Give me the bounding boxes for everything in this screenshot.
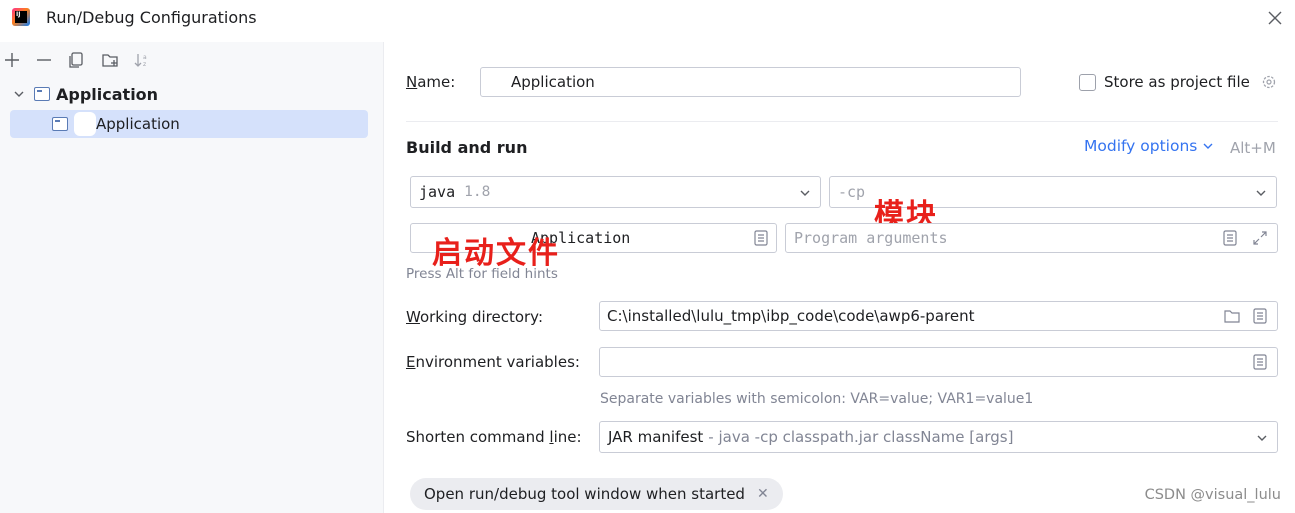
jdk-select[interactable]: java 1.8 [410, 176, 821, 208]
close-icon[interactable] [1263, 6, 1287, 30]
program-arguments-field[interactable]: Program arguments [785, 223, 1278, 253]
shorten-desc: - java -cp classpath.jar className [args… [708, 428, 1014, 446]
gear-icon[interactable] [1260, 73, 1278, 91]
watermark: CSDN @visual_lulu [1144, 487, 1281, 503]
folder-icon[interactable] [1223, 307, 1241, 325]
divider [406, 121, 1278, 122]
name-field[interactable]: Application [480, 67, 1021, 97]
expand-icon[interactable] [1251, 229, 1269, 247]
redacted-text [487, 73, 507, 91]
application-config-icon [52, 117, 68, 131]
chip-label: Open run/debug tool window when started [424, 485, 745, 503]
env-hint: Separate variables with semicolon: VAR=v… [600, 391, 1034, 407]
tree-item-application[interactable]: Application [10, 110, 368, 138]
chevron-down-icon [800, 190, 810, 196]
working-dir-field[interactable]: C:\installed\lulu_tmp\ibp_code\code\awp6… [599, 301, 1278, 331]
field-hint: Press Alt for field hints [406, 266, 558, 282]
env-field[interactable] [599, 347, 1278, 377]
chevron-down-icon [1256, 190, 1266, 196]
env-label: Environment variables: [406, 353, 580, 371]
env-list-icon[interactable] [1251, 353, 1269, 371]
modify-shortcut: Alt+M [1230, 139, 1276, 157]
store-label: Store as project file [1104, 73, 1250, 91]
browse-icon[interactable] [752, 229, 770, 247]
plus-icon[interactable] [0, 48, 24, 72]
chevron-down-icon[interactable] [12, 87, 26, 101]
chevron-down-icon [1257, 435, 1267, 441]
svg-text:a: a [143, 54, 147, 61]
store-as-project-checkbox[interactable] [1079, 74, 1096, 91]
shorten-select[interactable]: JAR manifest - java -cp classpath.jar cl… [599, 421, 1278, 453]
title-bar: IJ Run/Debug Configurations [0, 0, 1295, 36]
sort-icon[interactable]: az [130, 48, 154, 72]
modify-options-label: Modify options [1084, 137, 1198, 155]
list-icon[interactable] [1221, 229, 1239, 247]
name-label: Name: [406, 73, 456, 91]
build-run-title: Build and run [406, 138, 528, 157]
close-icon[interactable]: ✕ [757, 486, 769, 502]
modify-options-link[interactable]: Modify options [1084, 137, 1215, 155]
program-args-placeholder: Program arguments [794, 229, 948, 247]
macro-list-icon[interactable] [1251, 307, 1269, 325]
jdk-value: java [419, 183, 456, 201]
jdk-version: 1.8 [464, 184, 491, 200]
configurations-sidebar: az Application Application [0, 42, 384, 513]
application-config-icon [34, 87, 50, 101]
minus-icon[interactable] [32, 48, 56, 72]
configuration-editor: Name: Application Store as project file … [385, 42, 1295, 513]
classpath-prefix: -cp [838, 183, 866, 201]
shorten-label: Shorten command line: [406, 428, 582, 446]
intellij-logo-icon: IJ [12, 8, 30, 26]
sidebar-toolbar: az [0, 44, 384, 74]
working-dir-value: C:\installed\lulu_tmp\ibp_code\code\awp6… [607, 307, 975, 325]
new-folder-icon[interactable] [98, 48, 122, 72]
shorten-value: JAR manifest [608, 428, 704, 446]
open-tool-window-chip[interactable]: Open run/debug tool window when started … [410, 478, 783, 510]
svg-text:z: z [143, 61, 146, 68]
copy-icon[interactable] [64, 48, 88, 72]
chevron-down-icon [1203, 143, 1213, 149]
name-value: Application [511, 73, 595, 91]
tree-item-application-group[interactable]: Application [10, 80, 370, 108]
tree-item-label: Application [96, 115, 180, 133]
tree-group-label: Application [56, 84, 159, 104]
redacted-text [74, 112, 96, 136]
window-title: Run/Debug Configurations [46, 8, 257, 27]
working-dir-label: Working directory: [406, 308, 544, 326]
